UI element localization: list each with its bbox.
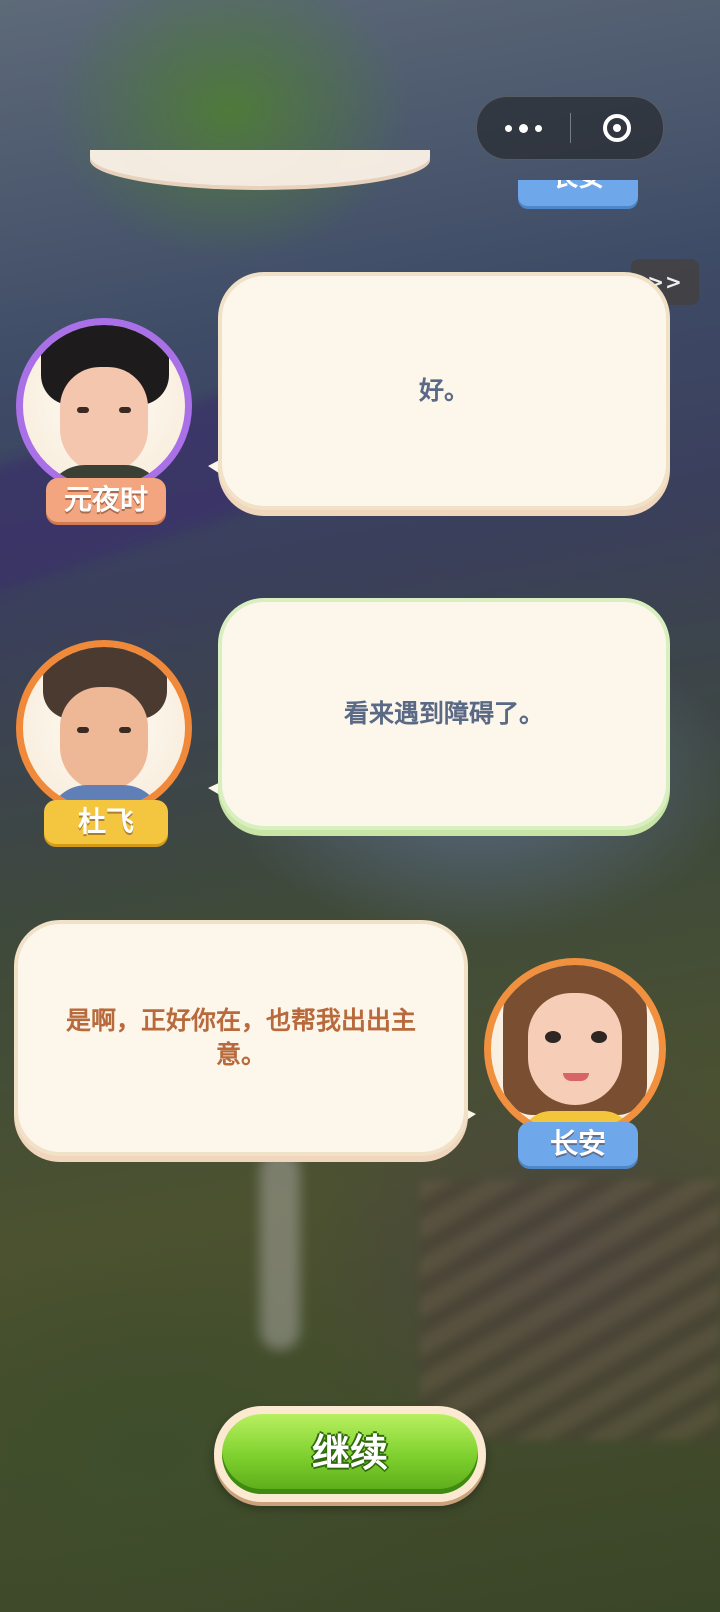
speaker-avatar	[484, 958, 666, 1140]
more-dots-icon[interactable]	[477, 97, 569, 159]
speech-bubble: 是啊，正好你在，也帮我出出主意。	[14, 920, 468, 1156]
previous-speech-bubble	[90, 150, 430, 186]
continue-label: 继续	[222, 1414, 478, 1494]
dialogue-text: 是啊，正好你在，也帮我出出主意。	[65, 1006, 416, 1069]
dialogue-text: 看来遇到障碍了。	[343, 699, 544, 728]
speaker-name-tag: 杜飞	[44, 800, 168, 844]
miniprogram-capsule	[476, 96, 664, 160]
background-scene	[420, 1180, 720, 1440]
speaker-avatar	[16, 640, 192, 816]
speaker-name-tag: 元夜时	[46, 478, 166, 522]
previous-name-tag: 长安	[518, 180, 638, 206]
background-scene	[260, 1150, 300, 1350]
speaker-name-tag: 长安	[518, 1122, 638, 1166]
continue-button[interactable]: 继续	[214, 1406, 486, 1502]
speech-bubble: 看来遇到障碍了。	[218, 598, 670, 830]
dialogue-text: 好。	[418, 376, 469, 405]
target-close-icon[interactable]	[571, 97, 663, 159]
speaker-avatar	[16, 318, 192, 494]
speech-bubble: 好。	[218, 272, 670, 510]
